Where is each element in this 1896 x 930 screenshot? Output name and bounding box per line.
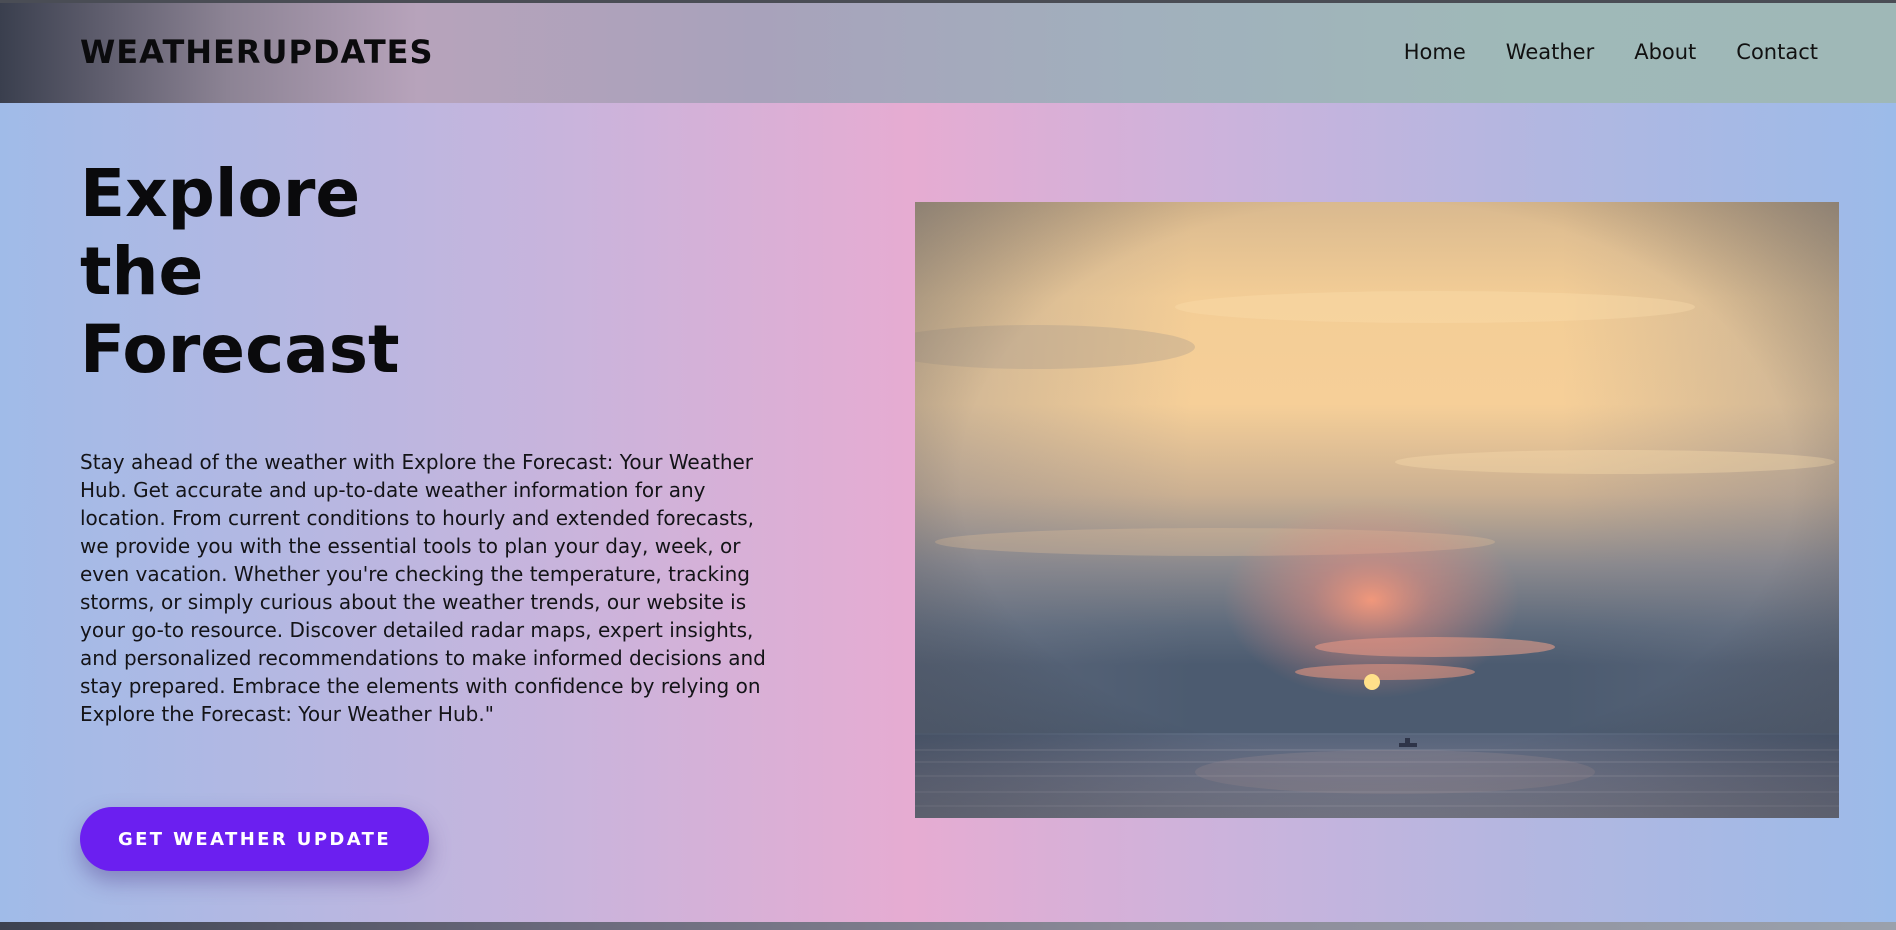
- hero-title: Explore the Forecast: [80, 155, 440, 389]
- sunset-sea-image: [915, 202, 1839, 818]
- hero-description: Stay ahead of the weather with Explore t…: [80, 450, 766, 726]
- hero-title-line: the: [80, 233, 204, 310]
- nav-weather[interactable]: Weather: [1506, 40, 1594, 64]
- site-logo[interactable]: WEATHERUPDATES: [80, 33, 434, 71]
- site-header: WEATHERUPDATES Home Weather About Contac…: [0, 3, 1896, 103]
- nav-contact[interactable]: Contact: [1736, 40, 1818, 64]
- sunset-sea-illustration: [915, 202, 1839, 818]
- nav-about[interactable]: About: [1634, 40, 1696, 64]
- hero-title-line: Explore: [80, 155, 361, 232]
- nav-home[interactable]: Home: [1404, 40, 1466, 64]
- page: WEATHERUPDATES Home Weather About Contac…: [0, 0, 1896, 930]
- bottom-border: [0, 922, 1896, 930]
- main-nav: Home Weather About Contact: [1404, 40, 1818, 64]
- get-weather-update-button[interactable]: GET WEATHER UPDATE: [80, 807, 429, 871]
- hero-title-line: Forecast: [80, 311, 400, 388]
